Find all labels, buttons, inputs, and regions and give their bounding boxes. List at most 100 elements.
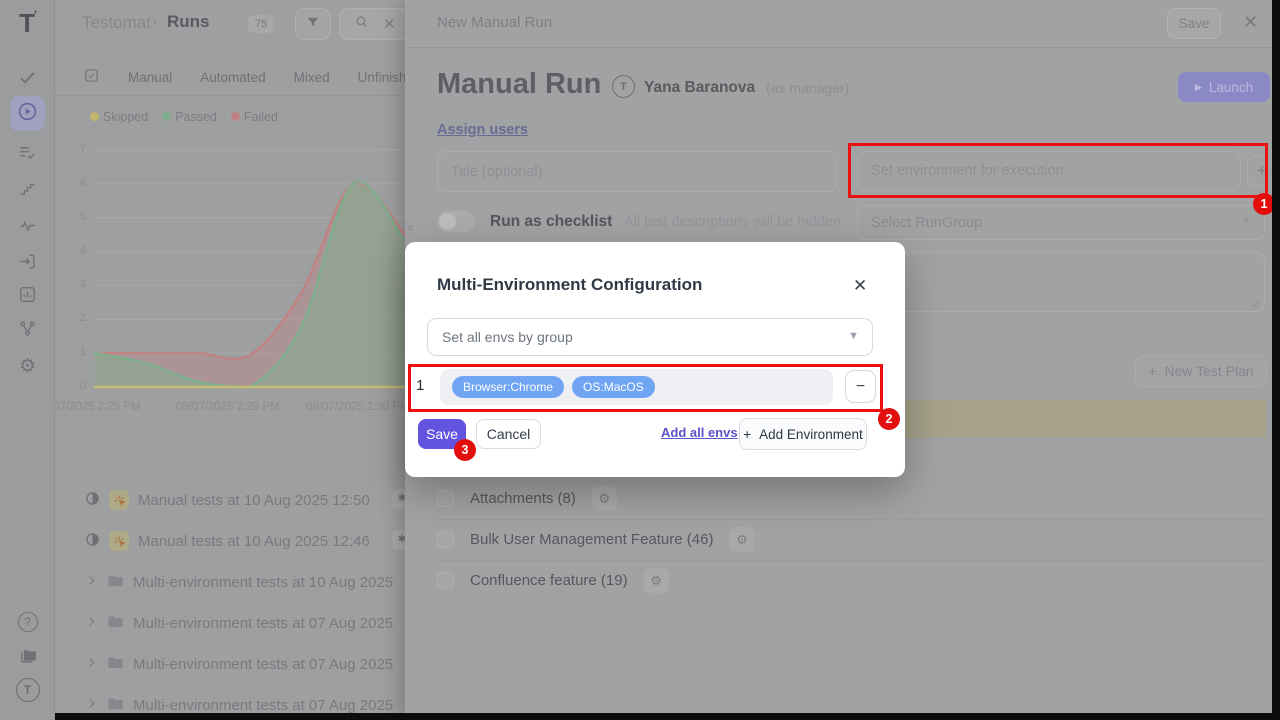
breadcrumb-brand[interactable]: Testomat [82, 13, 151, 33]
suite-gear-icon[interactable]: ⚙ [729, 527, 754, 552]
drawer-close-icon[interactable]: ✕ [1243, 12, 1258, 33]
launch-button[interactable]: ▶ Launch [1178, 72, 1270, 102]
x-tick-3: 08/07/2025 2:30 PM [306, 401, 410, 413]
settings-gear-icon[interactable]: ⚙ [0, 355, 55, 378]
manual-run-icon [109, 531, 129, 551]
plus-icon: + [1148, 363, 1156, 379]
checklist-hint: All test descriptions will be hidden [624, 214, 841, 230]
progress-pie-icon [85, 491, 100, 510]
tests-check-icon[interactable] [0, 68, 55, 87]
import-icon[interactable] [0, 252, 55, 271]
suite-gear-icon[interactable]: ⚙ [592, 486, 617, 511]
run-list-item[interactable]: Manual tests at 10 Aug 2025 12:50 [85, 489, 370, 511]
annotation-box-2 [408, 364, 883, 412]
nav-rail: T' ⚙ ? T [0, 0, 55, 720]
suite-checkbox[interactable] [437, 531, 454, 548]
branch-icon[interactable] [0, 319, 55, 338]
suite-row[interactable]: Attachments (8) ⚙ [437, 478, 1267, 519]
milestones-icon[interactable] [0, 179, 55, 198]
folder-icon [107, 654, 124, 675]
profile-avatar[interactable]: T [0, 678, 55, 702]
chevron-right-icon[interactable] [85, 656, 98, 673]
env-group-select[interactable]: Set all envs by group ▼ [427, 318, 873, 356]
app-screen: Testomat › Runs 75 ✕ Manual Automated Mi… [0, 0, 1280, 720]
run-type-tabs: Manual Automated Mixed Unfinished [55, 60, 405, 94]
run-group-item[interactable]: Multi-environment tests at 07 Aug 2025 [85, 653, 393, 675]
legend-skipped: Skipped [90, 110, 148, 124]
run-as-checklist-toggle[interactable] [437, 211, 475, 232]
annotation-badge-3: 3 [454, 439, 476, 461]
tab-automated[interactable]: Automated [200, 70, 265, 85]
owner-role: (as manager) [766, 80, 849, 96]
runs-chart-svg [60, 140, 405, 390]
failed-dot [231, 112, 240, 121]
modal-title: Multi-Environment Configuration [437, 275, 702, 295]
add-environment-button[interactable]: + Add Environment [739, 418, 867, 450]
suite-row[interactable]: Bulk User Management Feature (46) ⚙ [437, 519, 1267, 560]
run-group-item[interactable]: Multi-environment tests at 07 Aug 2025 [85, 612, 393, 634]
toggle-knob [439, 213, 456, 230]
title-input[interactable]: Title (optional) [437, 151, 837, 192]
add-all-envs-link[interactable]: Add all envs [661, 425, 738, 440]
run-group-item[interactable]: Multi-environment tests at 10 Aug 2025 [85, 571, 393, 593]
drawer-title: New Manual Run [437, 14, 552, 31]
modal-close-icon[interactable]: ✕ [853, 276, 867, 296]
legend-passed: Passed [162, 110, 217, 124]
search-icon [354, 14, 369, 34]
description-textarea[interactable] [857, 252, 1265, 312]
play-icon: ▶ [1195, 82, 1202, 93]
chevron-right-icon[interactable] [85, 615, 98, 632]
play-circle-icon [17, 101, 38, 127]
right-edge-bar [1272, 0, 1280, 720]
caret-down-icon: ▼ [848, 330, 859, 342]
suite-checkbox[interactable] [437, 572, 454, 589]
runs-panel: Testomat › Runs 75 ✕ Manual Automated Mi… [55, 0, 405, 720]
owner-avatar: T [612, 75, 635, 98]
folder-icon [107, 572, 124, 593]
clear-search-icon[interactable]: ✕ [383, 15, 396, 33]
suite-gear-icon[interactable]: ⚙ [644, 568, 669, 593]
reports-icon[interactable] [0, 285, 55, 304]
annotation-box-1 [848, 143, 1268, 198]
test-plans-icon[interactable] [0, 143, 55, 162]
run-list-item[interactable]: Manual tests at 10 Aug 2025 12:46 [85, 530, 370, 552]
plus-icon: + [743, 427, 751, 442]
suite-row[interactable]: Confluence feature (19) ⚙ [437, 560, 1267, 601]
chevron-right-icon[interactable] [85, 574, 98, 591]
help-icon[interactable]: ? [0, 612, 55, 632]
assign-users-link[interactable]: Assign users [437, 122, 528, 138]
new-test-plan-button[interactable]: + New Test Plan [1135, 355, 1267, 387]
drawer-save-button[interactable]: Save [1167, 8, 1221, 39]
tab-manual[interactable]: Manual [128, 70, 172, 85]
suite-checkbox[interactable] [437, 490, 454, 507]
breadcrumb-separator: › [152, 13, 157, 30]
x-tick-1: 08/07/2025 2:25 PM [37, 401, 157, 413]
modal-cancel-button[interactable]: Cancel [476, 419, 541, 449]
owner-name: Yana Baranova [644, 79, 755, 97]
legend-failed: Failed [231, 110, 278, 124]
annotation-badge-2: 2 [878, 408, 900, 430]
multi-env-modal: Multi-Environment Configuration ✕ Set al… [405, 242, 905, 477]
chart-legend: Skipped Passed Failed [90, 110, 278, 124]
bottom-edge-bar [55, 713, 1280, 720]
runs-count-badge: 75 [248, 15, 274, 33]
page-title: Manual Run [437, 68, 601, 101]
pulse-icon[interactable] [0, 216, 55, 235]
multiselect-icon[interactable] [83, 67, 100, 87]
tabs-divider [55, 95, 405, 96]
projects-icon[interactable] [0, 646, 55, 666]
drag-handle-icon[interactable]: ≡ [407, 222, 413, 234]
folder-icon [107, 613, 124, 634]
checklist-label: Run as checklist [490, 213, 612, 231]
progress-pie-icon [85, 532, 100, 551]
breadcrumb-runs[interactable]: Runs [167, 12, 210, 32]
filter-button[interactable] [295, 8, 331, 40]
resize-handle-icon[interactable] [1249, 296, 1261, 308]
manual-run-icon [109, 490, 129, 510]
testomat-logo[interactable]: T' [0, 8, 55, 39]
rungroup-select[interactable]: Select RunGroup ▼ [857, 205, 1265, 240]
tab-mixed[interactable]: Mixed [294, 70, 330, 85]
chevron-right-icon[interactable] [85, 697, 98, 714]
runs-nav-active[interactable] [10, 96, 45, 131]
x-tick-2: 08/07/2025 2:28 PM [176, 401, 280, 413]
